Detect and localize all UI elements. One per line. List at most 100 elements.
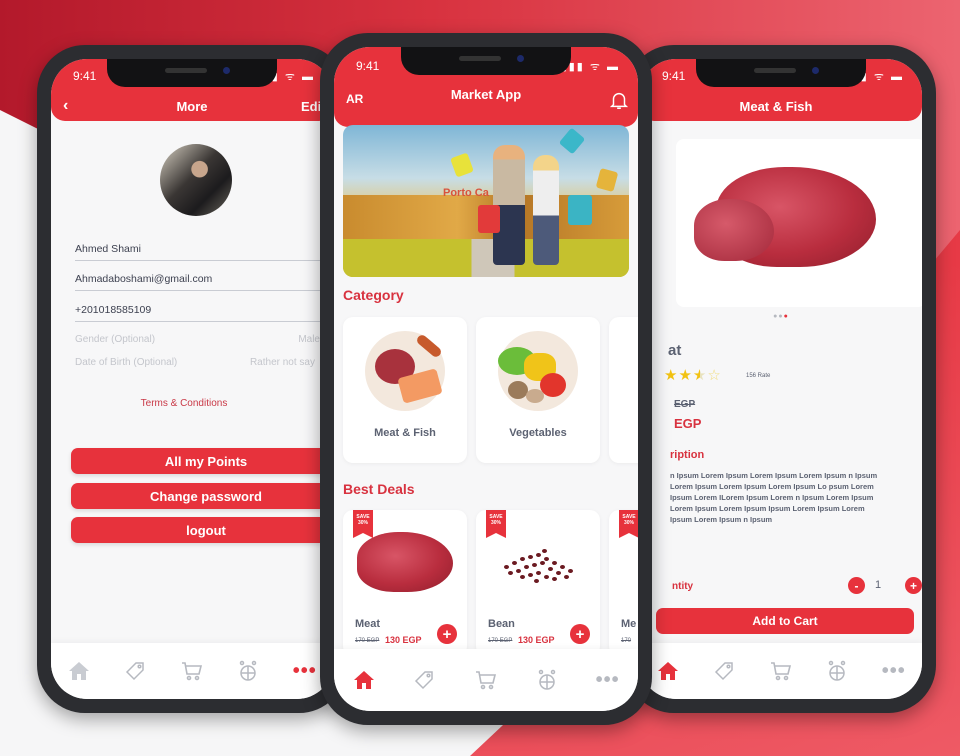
tab-home[interactable] (349, 665, 379, 695)
new-price: 130 EGP (518, 635, 555, 645)
deal-card-bean[interactable]: SAVE 30% Bean 170 EGP 130 EGP + (476, 510, 600, 656)
tab-cart[interactable] (471, 665, 501, 695)
gender-field[interactable]: Gender (Optional) Male (75, 334, 320, 345)
old-price: 170 (621, 638, 632, 644)
page-title: More (176, 99, 208, 114)
best-deals-title: Best Deals (343, 481, 415, 497)
star-empty-icon: ☆ (707, 367, 722, 384)
tab-home[interactable] (64, 656, 94, 686)
discount-badge: SAVE 30% (486, 510, 506, 538)
quantity-label: ntity (672, 581, 694, 592)
name-field[interactable]: Ahmed Shami (75, 243, 333, 261)
new-price: 130 EGP (385, 635, 422, 645)
rating-count: 156 Rate (746, 373, 771, 379)
dob-label: Date of Birth (Optional) (75, 357, 178, 368)
star-filled-icon: ★ (678, 367, 693, 384)
tab-bar: ••• (51, 643, 333, 699)
dob-value: Rather not say (249, 357, 315, 368)
product-name: at (668, 342, 682, 359)
product-content: ●●● at ★★★☆ 156 Rate EGP EGP ription n I… (656, 59, 922, 643)
category-card-partial[interactable] (609, 317, 638, 463)
avatar[interactable] (160, 144, 232, 216)
plus-icon: + (442, 625, 452, 643)
change-password-button[interactable]: Change password (71, 483, 333, 509)
new-price: EGP (674, 416, 702, 431)
edit-button[interactable]: Edit (301, 99, 321, 114)
tab-global[interactable] (822, 656, 852, 686)
tag-icon (415, 671, 433, 690)
tab-cart[interactable] (177, 656, 207, 686)
globe-icon (240, 660, 257, 681)
gender-label: Gender (Optional) (75, 334, 156, 345)
banner-sign: Porto Ca (443, 187, 489, 199)
tab-offers[interactable] (710, 656, 740, 686)
plus-icon: + (909, 578, 917, 593)
meat-image (357, 532, 453, 592)
deal-name: Meat (355, 618, 381, 630)
home-screen: 9:41 ▮▮▮ ᯤ ▬ AR Market App Porto Ca Cate… (334, 47, 638, 711)
phone-product-screen: 9:41 ▮▮▮ ᯤ ▬ Meat & Fish ●●● at ★★★☆ 156… (626, 45, 936, 713)
carousel-pager[interactable]: ●●● (640, 313, 922, 320)
rating-stars: ★★★☆ (664, 366, 722, 384)
old-price: EGP (674, 399, 696, 410)
phone-more-screen: 9:41 ▮▮▮ ᯤ ▬ ‹ More Edit Ahmed Shami Ahm… (37, 45, 347, 713)
more-dots-icon: ••• (881, 660, 906, 682)
globe-icon (829, 660, 846, 681)
deal-card-meat[interactable]: SAVE 30% Meat 170 EGP 130 EGP + (343, 510, 467, 656)
home-icon (658, 662, 679, 680)
cart-icon (770, 662, 791, 681)
star-half-icon: ★ (692, 367, 708, 384)
all-points-button[interactable]: All my Points (71, 448, 333, 474)
notifications-button[interactable] (608, 89, 630, 111)
deal-name: Me (621, 618, 637, 630)
star-filled-icon: ★ (664, 367, 679, 384)
terms-link[interactable]: Terms & Conditions (51, 398, 325, 409)
category-title: Category (343, 287, 404, 303)
tab-more[interactable]: ••• (593, 665, 623, 695)
deal-card-partial[interactable]: SAVE 30% Me 170 (609, 510, 638, 656)
tab-more[interactable]: ••• (879, 656, 909, 686)
tab-home[interactable] (653, 656, 683, 686)
phone-home-screen: 9:41 ▮▮▮ ᯤ ▬ AR Market App Porto Ca Cate… (320, 33, 652, 725)
minus-icon: - (854, 578, 859, 593)
meat-fish-image (365, 331, 445, 411)
email-field[interactable]: Ahmadaboshami@gmail.com (75, 273, 333, 291)
add-to-cart-button[interactable]: + (570, 624, 590, 644)
product-image-carousel[interactable] (676, 139, 922, 307)
tab-global[interactable] (532, 665, 562, 695)
category-label: Vegetables (509, 427, 567, 439)
bean-image (494, 545, 584, 590)
gender-value: Male (298, 334, 320, 345)
dob-field[interactable]: Date of Birth (Optional) Rather not say (75, 357, 315, 368)
category-card-vegetables[interactable]: Vegetables (476, 317, 600, 463)
home-icon (69, 662, 90, 680)
category-card-meat-fish[interactable]: Meat & Fish (343, 317, 467, 463)
more-dots-icon: ••• (595, 669, 620, 691)
tab-more[interactable]: ••• (290, 656, 320, 686)
old-price: 170 EGP (488, 638, 513, 644)
product-screen: 9:41 ▮▮▮ ᯤ ▬ Meat & Fish ●●● at ★★★☆ 156… (640, 59, 922, 699)
quantity-value: 1 (875, 579, 882, 591)
description-text: n Ipsum Lorem Ipsum Lorem Ipsum Lorem Ip… (670, 471, 878, 524)
promo-banner[interactable]: Porto Ca (343, 125, 629, 277)
more-screen: 9:41 ▮▮▮ ᯤ ▬ ‹ More Edit Ahmed Shami Ahm… (51, 59, 333, 699)
old-price: 170 EGP (355, 638, 380, 644)
phone-field[interactable]: +201018585109 (75, 304, 333, 322)
quantity-decrease-button[interactable]: - (848, 577, 865, 594)
tab-bar: ••• (334, 649, 638, 711)
tab-offers[interactable] (121, 656, 151, 686)
tab-cart[interactable] (766, 656, 796, 686)
category-label: Meat & Fish (374, 427, 436, 439)
pager-dot-active[interactable]: ● (784, 313, 789, 320)
plus-icon: + (575, 625, 585, 643)
discount-badge: SAVE 30% (619, 510, 638, 538)
add-to-cart-button[interactable]: + (437, 624, 457, 644)
logout-button[interactable]: logout (71, 517, 333, 543)
add-to-cart-button[interactable]: Add to Cart (656, 608, 914, 634)
home-icon (354, 671, 375, 689)
tab-global[interactable] (233, 656, 263, 686)
notch (696, 59, 866, 87)
app-title: Market App (450, 87, 522, 102)
tab-offers[interactable] (410, 665, 440, 695)
quantity-increase-button[interactable]: + (905, 577, 922, 594)
